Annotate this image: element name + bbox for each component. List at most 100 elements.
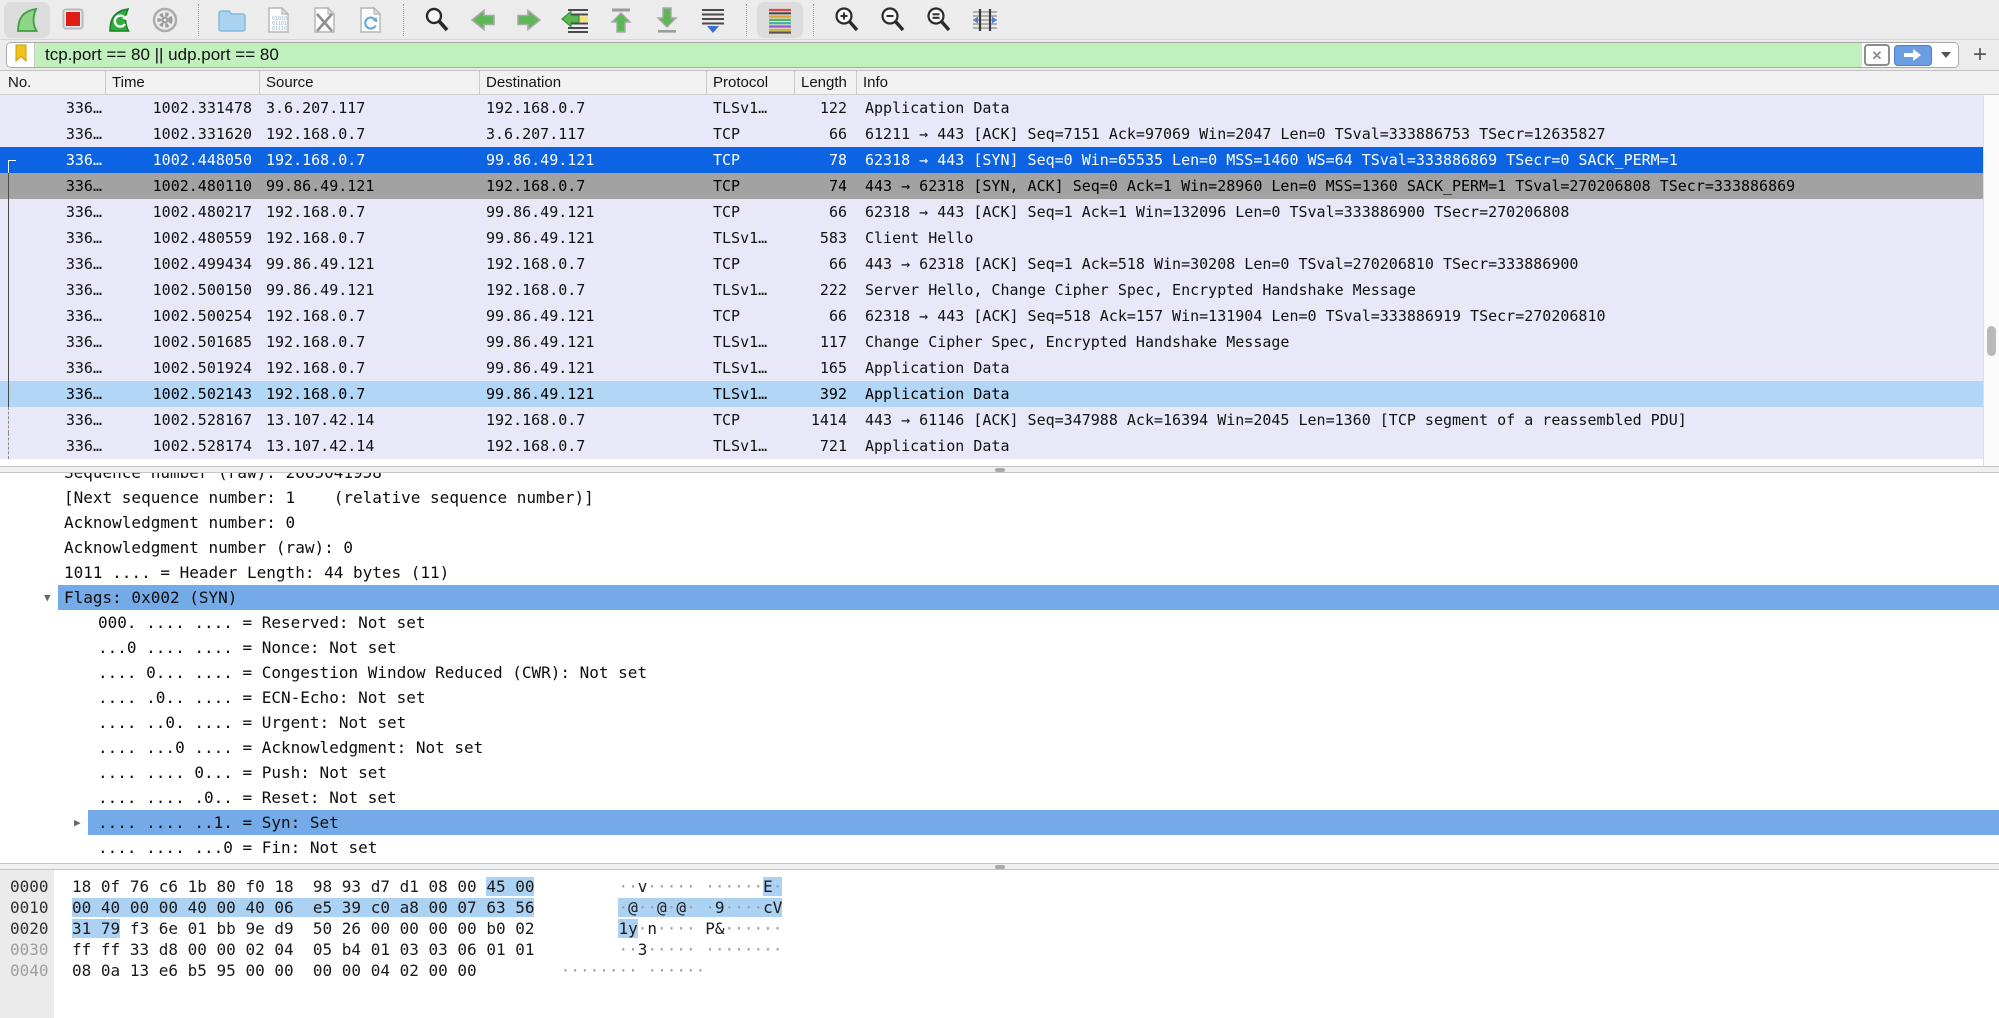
start-capture-button[interactable] xyxy=(4,2,50,38)
packet-row[interactable]: 336…1002.500254192.168.0.799.86.49.121TC… xyxy=(0,303,1999,329)
packet-row[interactable]: 336…1002.52817413.107.42.14192.168.0.7TL… xyxy=(0,433,1999,459)
column-header-destination[interactable]: Destination xyxy=(480,71,707,94)
related-packet-gutter xyxy=(0,407,18,433)
hex-bytes[interactable]: 08 0a 13 e6 b5 95 00 00 00 00 04 02 00 0… xyxy=(72,961,477,980)
detail-line[interactable]: Acknowledgment number: 0 xyxy=(0,510,1999,535)
detail-line[interactable]: ▶.... .... ..1. = Syn: Set xyxy=(0,810,1999,835)
stop-capture-button[interactable] xyxy=(50,2,96,38)
go-back-button[interactable] xyxy=(460,2,506,38)
go-last-packet-button[interactable] xyxy=(644,2,690,38)
auto-scroll-button[interactable] xyxy=(690,2,736,38)
filter-history-dropdown[interactable] xyxy=(1934,43,1958,67)
find-packet-button[interactable] xyxy=(414,2,460,38)
zoom-in-icon xyxy=(833,6,861,34)
detail-line[interactable]: ...0 .... .... = Nonce: Not set xyxy=(0,635,1999,660)
hex-ascii[interactable]: ·@··@·@· ·9····cV xyxy=(618,898,782,917)
detail-line[interactable]: Sequence number (raw): 2665041958 xyxy=(0,473,1999,485)
go-forward-button[interactable] xyxy=(506,2,552,38)
hex-row[interactable]: 000018 0f 76 c6 1b 80 f0 18 98 93 d7 d1 … xyxy=(0,876,1999,897)
cell-time: 1002.528167 xyxy=(106,407,260,433)
display-filter-input[interactable]: tcp.port == 80 || udp.port == 80 xyxy=(35,43,1862,67)
packet-row[interactable]: 336…1002.502143192.168.0.799.86.49.121TL… xyxy=(0,381,1999,407)
detail-line[interactable]: Acknowledgment number (raw): 0 xyxy=(0,535,1999,560)
stop-icon xyxy=(59,6,87,34)
details-hex-splitter[interactable] xyxy=(0,863,1999,870)
detail-line[interactable]: .... ..0. .... = Urgent: Not set xyxy=(0,710,1999,735)
column-header-info[interactable]: Info xyxy=(857,71,1999,94)
zoom-in-button[interactable] xyxy=(824,2,870,38)
cell-destination: 192.168.0.7 xyxy=(480,433,707,459)
hex-bytes[interactable]: 18 0f 76 c6 1b 80 f0 18 98 93 d7 d1 08 0… xyxy=(72,877,534,896)
column-header-no[interactable]: No. xyxy=(0,71,106,94)
packet-row[interactable]: 336…1002.501924192.168.0.799.86.49.121TL… xyxy=(0,355,1999,381)
cell-source: 13.107.42.14 xyxy=(260,433,480,459)
hex-ascii[interactable]: ··v····· ······E· xyxy=(618,877,782,896)
scrollbar-thumb[interactable] xyxy=(1987,326,1996,356)
restart-capture-button[interactable] xyxy=(96,2,142,38)
save-file-button[interactable]: 010100110101110 xyxy=(255,2,301,38)
cell-destination: 192.168.0.7 xyxy=(480,173,707,199)
related-packet-mark-icon xyxy=(8,407,16,433)
packet-row[interactable]: 336…1002.48011099.86.49.121192.168.0.7TC… xyxy=(0,173,1999,199)
column-header-protocol[interactable]: Protocol xyxy=(707,71,795,94)
detail-line[interactable]: .... .... 0... = Push: Not set xyxy=(0,760,1999,785)
packet-row[interactable]: 336…1002.448050192.168.0.799.86.49.121TC… xyxy=(0,147,1999,173)
open-file-button[interactable] xyxy=(209,2,255,38)
detail-line[interactable]: ▼Flags: 0x002 (SYN) xyxy=(0,585,1999,610)
hex-row[interactable]: 0030ff ff 33 d8 00 00 02 04 05 b4 01 03 … xyxy=(0,939,1999,960)
detail-line[interactable]: [Next sequence number: 1 (relative seque… xyxy=(0,485,1999,510)
hex-ascii[interactable]: 1y·n···· P&······ xyxy=(618,919,782,938)
packet-row[interactable]: 336…1002.480559192.168.0.799.86.49.121TL… xyxy=(0,225,1999,251)
zoom-out-button[interactable] xyxy=(870,2,916,38)
detail-line[interactable]: .... .... ...0 = Fin: Not set xyxy=(0,835,1999,860)
filter-bookmark-button[interactable] xyxy=(7,43,35,67)
packet-list-scrollbar[interactable] xyxy=(1983,95,1999,466)
expanded-triangle-icon[interactable]: ▼ xyxy=(44,585,51,610)
hex-row[interactable]: 004008 0a 13 e6 b5 95 00 00 00 00 04 02 … xyxy=(0,960,1999,981)
filter-apply-button[interactable] xyxy=(1892,43,1934,67)
column-header-length[interactable]: Length xyxy=(795,71,857,94)
go-first-packet-button[interactable] xyxy=(598,2,644,38)
hex-bytes[interactable]: 31 79 f3 6e 01 bb 9e d9 50 26 00 00 00 0… xyxy=(72,919,534,938)
hex-row[interactable]: 001000 40 00 00 40 00 40 06 e5 39 c0 a8 … xyxy=(0,897,1999,918)
column-header-source[interactable]: Source xyxy=(260,71,480,94)
cell-source: 192.168.0.7 xyxy=(260,355,480,381)
packet-row[interactable]: 336…1002.50015099.86.49.121192.168.0.7TL… xyxy=(0,277,1999,303)
close-file-button[interactable] xyxy=(301,2,347,38)
packet-row[interactable]: 336…1002.501685192.168.0.799.86.49.121TL… xyxy=(0,329,1999,355)
detail-line[interactable]: 000. .... .... = Reserved: Not set xyxy=(0,610,1999,635)
display-filter-field[interactable]: tcp.port == 80 || udp.port == 80 ✕ xyxy=(6,42,1959,68)
detail-line[interactable]: .... 0... .... = Congestion Window Reduc… xyxy=(0,660,1999,685)
collapsed-triangle-icon[interactable]: ▶ xyxy=(74,810,81,835)
packet-row[interactable]: 336…1002.331620192.168.0.73.6.207.117TCP… xyxy=(0,121,1999,147)
column-header-time[interactable]: Time xyxy=(106,71,260,94)
list-details-splitter[interactable] xyxy=(0,466,1999,473)
resize-columns-button[interactable] xyxy=(962,2,1008,38)
packet-row[interactable]: 336…1002.49943499.86.49.121192.168.0.7TC… xyxy=(0,251,1999,277)
colorize-packets-button[interactable] xyxy=(757,2,803,38)
detail-line-text: Sequence number (raw): 2665041958 xyxy=(64,473,382,482)
hex-ascii[interactable]: ········ ······ xyxy=(561,961,706,980)
packet-row[interactable]: 336…1002.52816713.107.42.14192.168.0.7TC… xyxy=(0,407,1999,433)
filter-clear-button[interactable]: ✕ xyxy=(1862,43,1892,67)
cell-source: 192.168.0.7 xyxy=(260,381,480,407)
detail-line[interactable]: 1011 .... = Header Length: 44 bytes (11) xyxy=(0,560,1999,585)
go-to-packet-button[interactable] xyxy=(552,2,598,38)
packet-row[interactable]: 336…1002.480217192.168.0.799.86.49.121TC… xyxy=(0,199,1999,225)
goto-icon xyxy=(561,6,589,34)
hex-row[interactable]: 002031 79 f3 6e 01 bb 9e d9 50 26 00 00 … xyxy=(0,918,1999,939)
related-packet-mark-icon xyxy=(8,303,16,329)
cell-protocol: TLSv1… xyxy=(707,277,795,303)
add-filter-button[interactable]: + xyxy=(1967,43,1993,67)
detail-line[interactable]: .... ...0 .... = Acknowledgment: Not set xyxy=(0,735,1999,760)
reload-file-button[interactable] xyxy=(347,2,393,38)
hex-ascii[interactable]: ··3····· ········ xyxy=(618,940,782,959)
hex-bytes[interactable]: 00 40 00 00 40 00 40 06 e5 39 c0 a8 00 0… xyxy=(72,898,534,917)
bookmark-icon xyxy=(13,44,29,67)
detail-line[interactable]: .... .0.. .... = ECN-Echo: Not set xyxy=(0,685,1999,710)
capture-options-button[interactable] xyxy=(142,2,188,38)
zoom-reset-button[interactable] xyxy=(916,2,962,38)
hex-bytes[interactable]: ff ff 33 d8 00 00 02 04 05 b4 01 03 03 0… xyxy=(72,940,534,959)
detail-line[interactable]: .... .... .0.. = Reset: Not set xyxy=(0,785,1999,810)
packet-row[interactable]: 336…1002.3314783.6.207.117192.168.0.7TLS… xyxy=(0,95,1999,121)
